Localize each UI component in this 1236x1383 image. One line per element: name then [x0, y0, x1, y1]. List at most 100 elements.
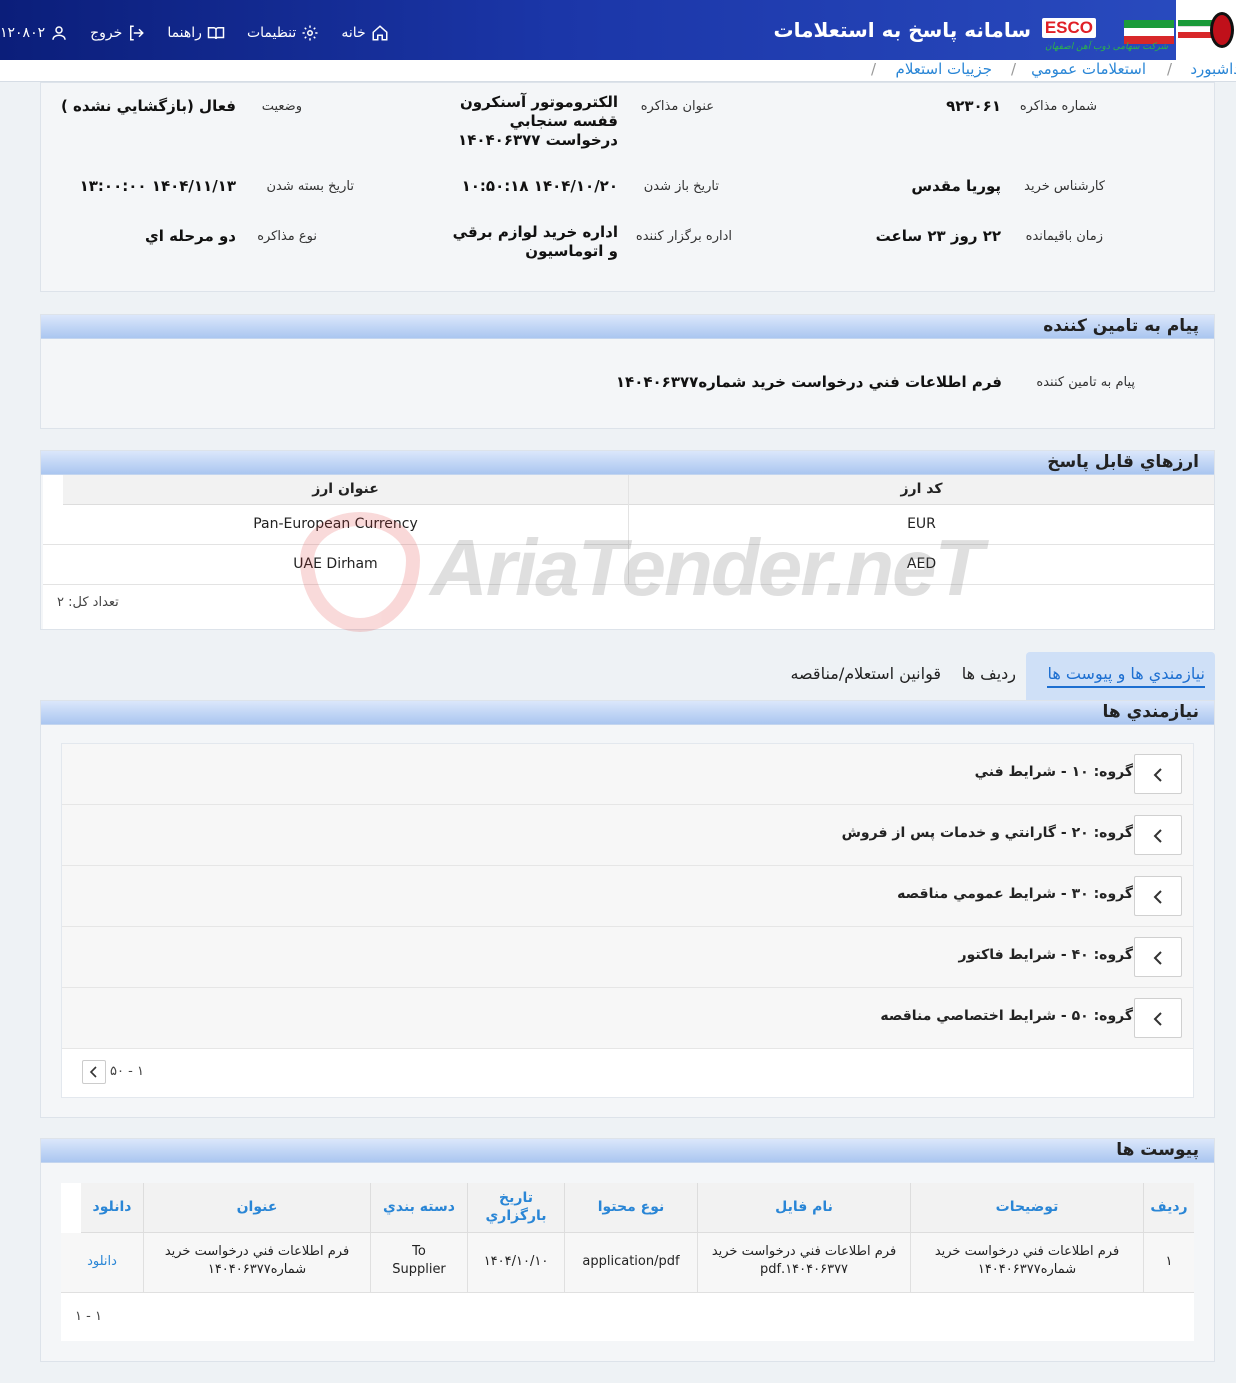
list-item[interactable]: گروه: ۱۰ - شرايط فني: [62, 744, 1193, 805]
chevron-left-icon: [89, 1066, 97, 1078]
currencies-title: ارزهاي قابل پاسخ: [41, 451, 1214, 475]
requirements-panel: نيازمندي ها گروه: ۱۰ - شرايط فني گروه: ۲…: [40, 700, 1215, 1118]
attachments-pager: ۱ - ۱: [75, 1309, 102, 1324]
breadcrumb-dashboard[interactable]: داشبورد: [1190, 60, 1236, 78]
dept-value: اداره خريد لوازم برقي و اتوماسيون: [452, 223, 618, 260]
nav-home-label: خانه: [341, 25, 366, 41]
top-header: ESCO شرکت سهامی ذوب آهن اصفهان سامانه پا…: [0, 0, 1236, 60]
list-item[interactable]: گروه: ۵۰ - شرايط اختصاصي مناقصه: [62, 988, 1193, 1049]
type-label: نوع مذاكره: [257, 229, 317, 244]
requirements-title: نيازمندي ها: [41, 701, 1214, 725]
cell-date: ۱۴۰۴/۱۰/۱۰: [483, 1254, 549, 1269]
nav-guide[interactable]: راهنما: [167, 24, 225, 42]
nav-guide-label: راهنما: [167, 25, 202, 41]
remaining-value: ۲۲ روز ۲۳ ساعت: [875, 227, 1001, 245]
buyer-label: كارشناس خريد: [1024, 179, 1105, 194]
col-currency-code: كد ارز: [900, 481, 943, 497]
nav-home[interactable]: خانه: [341, 24, 388, 42]
currency-code: EUR: [907, 516, 936, 532]
cell-content: application/pdf: [582, 1254, 680, 1269]
chevron-left-icon: [1153, 890, 1162, 904]
nav-user[interactable]: ۱۲۰۸۰۲: [0, 24, 68, 42]
expand-button[interactable]: [1134, 815, 1182, 855]
breadcrumb: داشبورد / استعلامات عمومي / جزييات استعل…: [0, 60, 1236, 82]
tab-requirements-attachments[interactable]: نيازمندي ها و پيوست ها: [1026, 652, 1215, 700]
attachments-table: رديف توضيحات نام فايل نوع محتوا تاريخ با…: [61, 1183, 1194, 1341]
group-title: گروه: ۱۰ - شرايط فني: [974, 764, 1133, 780]
table-row: ۱ فرم اطلاعات فني درخواست خريد شماره۱۴۰۴…: [61, 1233, 1194, 1293]
supplier-message-text: فرم اطلاعات فني درخواست خريد شماره۱۴۰۴۰۶…: [615, 373, 1002, 391]
status-value: فعال (بازگشايي نشده ): [60, 97, 236, 115]
currencies-total: تعداد كل: ۲: [57, 595, 119, 610]
currencies-table: كد ارز عنوان ارز EUR Pan-European Curren…: [43, 475, 1214, 629]
brand-name: ESCO: [1041, 18, 1096, 38]
nav-settings[interactable]: تنظیمات: [247, 24, 319, 42]
gear-icon: [302, 25, 318, 41]
expand-button[interactable]: [1134, 754, 1182, 794]
table-row: AED UAE Dirham: [43, 545, 1214, 585]
status-label: وضعيت: [261, 99, 302, 114]
col-download: دانلود: [92, 1199, 132, 1215]
chevron-left-icon: [1153, 829, 1162, 843]
book-icon: [207, 27, 225, 40]
dept-label: اداره برگزار كننده: [635, 229, 732, 244]
col-content: نوع محتوا: [597, 1199, 665, 1215]
cell-file: فرم اطلاعات فني درخواست خريد ۱۴۰۴۰۶۳۷۷.p…: [711, 1244, 897, 1277]
cell-category: To Supplier: [392, 1244, 446, 1277]
cell-desc: فرم اطلاعات فني درخواست خريد شماره۱۴۰۴۰۶…: [934, 1244, 1120, 1277]
nav-settings-label: تنظیمات: [246, 25, 297, 41]
brand-subtitle: شرکت سهامی ذوب آهن اصفهان: [1045, 42, 1168, 52]
home-icon: [372, 25, 388, 41]
nav-logout[interactable]: خروج: [90, 24, 145, 42]
subject-value: الکتروموتور آسنکرون قفسه سنجابي درخواست …: [458, 93, 618, 149]
chevron-left-icon: [1153, 768, 1162, 782]
download-link[interactable]: دانلود: [61, 1253, 143, 1271]
type-value: دو مرحله اي: [144, 227, 236, 245]
attachments-title: پيوست ها: [41, 1139, 1214, 1163]
chevron-left-icon: [1153, 1012, 1162, 1026]
attachments-header-row: رديف توضيحات نام فايل نوع محتوا تاريخ با…: [81, 1183, 1194, 1233]
col-category: دسته بندي: [383, 1199, 455, 1215]
currency-title: Pan-European Currency: [253, 516, 418, 532]
list-item[interactable]: گروه: ۳۰ - شرايط عمومي مناقصه: [62, 866, 1193, 927]
col-title: عنوان: [236, 1199, 278, 1215]
currency-code: AED: [906, 556, 937, 572]
breadcrumb-public-inquiries[interactable]: استعلامات عمومي: [1031, 60, 1146, 78]
col-file: نام فايل: [775, 1199, 833, 1215]
breadcrumb-inquiry-details[interactable]: جزييات استعلام: [896, 60, 992, 78]
supplier-message-panel: پيام به تامين كننده پيام به تامين كننده …: [40, 314, 1215, 429]
close-date-label: تاريخ بسته شدن: [266, 179, 354, 194]
expand-button[interactable]: [1134, 937, 1182, 977]
breadcrumb-separator: /: [1166, 60, 1172, 78]
nav-logout-label: خروج: [90, 25, 123, 41]
system-title: سامانه پاسخ به استعلامات: [773, 18, 1032, 42]
tab-label: رديف ها: [961, 664, 1016, 683]
currencies-panel: ارزهاي قابل پاسخ كد ارز عنوان ارز EUR Pa…: [40, 450, 1215, 630]
tab-rows[interactable]: رديف ها: [952, 652, 1026, 700]
list-item[interactable]: گروه: ۲۰ - گارانتي و خدمات پس از فروش: [62, 805, 1193, 866]
logout-icon: [130, 25, 145, 41]
requirements-pager: ۱ - ۵۰: [110, 1064, 144, 1079]
chevron-left-icon: [1153, 951, 1162, 965]
col-currency-title: عنوان ارز: [312, 481, 379, 497]
list-item[interactable]: گروه: ۴۰ - شرايط فاكتور: [62, 927, 1193, 988]
expand-button[interactable]: [1134, 876, 1182, 916]
number-label: شماره مذاكره: [1019, 99, 1097, 114]
group-title: گروه: ۵۰ - شرايط اختصاصي مناقصه: [880, 1008, 1133, 1024]
expand-button[interactable]: [1134, 998, 1182, 1038]
supplier-message-title: پيام به تامين كننده: [41, 315, 1214, 339]
close-date-value: ۱۴۰۴/۱۱/۱۳ ۱۳:۰۰:۰۰: [79, 177, 236, 195]
pager-prev-button[interactable]: [82, 1060, 106, 1084]
company-logo: [1176, 0, 1236, 60]
cell-row: ۱: [1165, 1254, 1173, 1269]
requirements-groups: گروه: ۱۰ - شرايط فني گروه: ۲۰ - گارانتي …: [61, 743, 1194, 1098]
breadcrumb-separator: /: [1010, 60, 1016, 78]
buyer-value: پوريا مقدس: [911, 177, 1001, 195]
supplier-message-label: پيام به تامين كننده: [1036, 375, 1135, 390]
tab-label: نيازمندي ها و پيوست ها: [1047, 664, 1205, 688]
tab-rules[interactable]: قوانين استعلام/مناقصه: [780, 652, 951, 700]
remaining-label: زمان باقيمانده: [1025, 229, 1103, 244]
group-title: گروه: ۴۰ - شرايط فاكتور: [958, 947, 1133, 963]
user-icon: [52, 26, 66, 40]
user-code: ۱۲۰۸۰۲: [0, 25, 46, 41]
